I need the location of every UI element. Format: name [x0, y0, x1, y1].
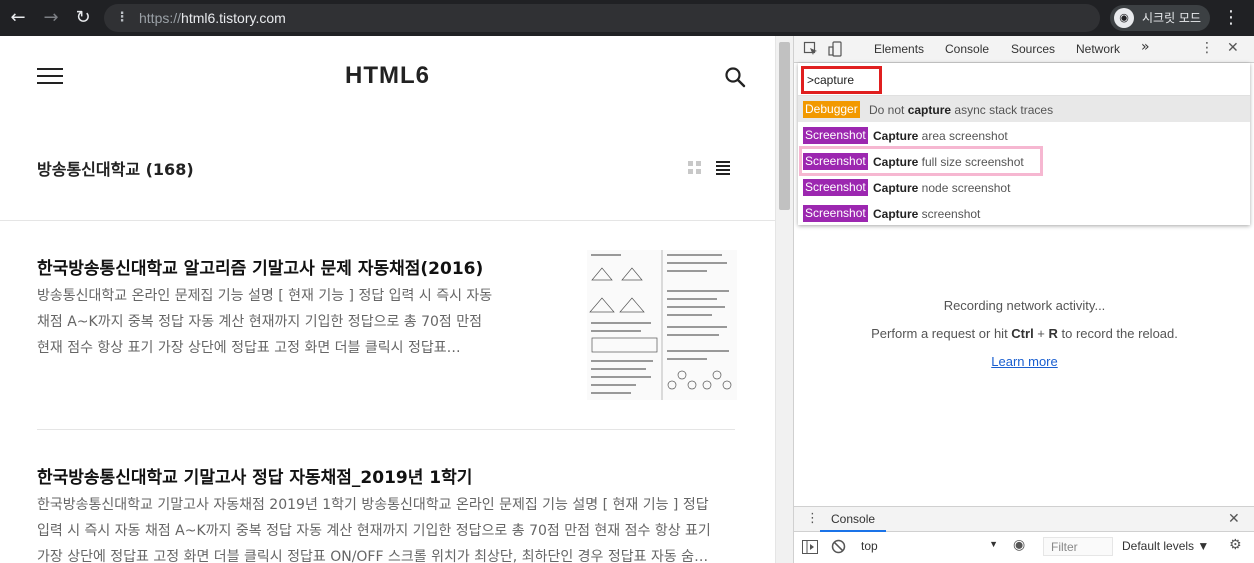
command-label: Do not capture async stack traces — [869, 103, 1054, 117]
console-filter-input[interactable]: Filter — [1043, 537, 1113, 556]
category-title: 방송통신대학교 (168) — [37, 160, 194, 179]
excerpt-line: 입력 시 즉시 자동 채점 A~K까지 중복 정답 자동 계산 현재까지 기입한… — [37, 523, 711, 539]
command-label: Capture full size screenshot — [873, 155, 1024, 169]
more-tabs-icon[interactable]: » — [1141, 39, 1150, 55]
exam-sheet-thumbnail-image — [589, 250, 732, 400]
command-label: Capture node screenshot — [873, 181, 1011, 195]
filter-placeholder: Filter — [1051, 540, 1078, 554]
forward-icon[interactable]: → — [40, 7, 62, 29]
chevron-down-icon: ▼ — [989, 539, 998, 549]
incognito-icon: ◉ — [1114, 8, 1134, 28]
category-badge: Screenshot — [803, 179, 868, 196]
site-info-icon[interactable]: ⋮ — [114, 10, 130, 26]
console-drawer-header: ⋮ Console ✕ — [794, 506, 1254, 532]
scrollbar-thumb[interactable] — [779, 42, 790, 210]
browser-toolbar: ← → ↻ ⋮ https://html6.tistory.com ◉ 시크릿 … — [0, 0, 1254, 36]
clear-console-icon[interactable] — [831, 539, 846, 554]
search-icon[interactable] — [724, 66, 746, 88]
post-thumbnail[interactable] — [587, 250, 737, 400]
excerpt-line: 가장 상단에 정답표 고정 화면 더블 클릭시 정답표 ON/OFF 스크롤 위… — [37, 549, 709, 563]
live-expression-eye-icon[interactable]: ◉ — [1013, 537, 1025, 553]
command-item[interactable]: Debugger Do not capture async stack trac… — [798, 96, 1250, 122]
drawer-close-icon[interactable]: ✕ — [1228, 511, 1240, 527]
post-title[interactable]: 한국방송통신대학교 알고리즘 기말고사 문제 자동채점(2016) — [37, 254, 483, 279]
command-item[interactable]: Screenshot Capture full size screenshot — [798, 146, 1250, 176]
web-page: HTML6 방송통신대학교 (168) 한국방송통신대학교 알고리즘 기말고사 … — [0, 36, 775, 563]
page-scrollbar[interactable] — [775, 36, 793, 563]
context-value: top — [861, 539, 878, 553]
category-badge: Debugger — [803, 101, 860, 118]
excerpt-line: 한국방송통신대학교 기말고사 자동채점 2019년 1학기 방송통신대학교 온라… — [37, 497, 709, 513]
drawer-tab-console[interactable]: Console — [820, 507, 887, 532]
grid-view-icon[interactable] — [688, 161, 702, 175]
post-title[interactable]: 한국방송통신대학교 기말고사 정답 자동채점_2019년 1학기 — [37, 463, 472, 488]
reload-icon[interactable]: ↻ — [72, 7, 94, 29]
category-badge: Screenshot — [803, 205, 868, 222]
console-toolbar: top ▼ ◉ Filter Default levels ▼ ⚙ — [794, 532, 1254, 563]
drawer-menu-icon[interactable]: ⋮ — [806, 511, 819, 526]
post-excerpt[interactable]: 방송통신대학교 온라인 문제집 기능 설명 [ 현재 기능 ] 정답 입력 시 … — [37, 283, 577, 361]
learn-more-link[interactable]: Learn more — [991, 354, 1057, 369]
command-input-text[interactable]: >capture — [807, 73, 854, 87]
log-levels-dropdown[interactable]: Default levels ▼ — [1122, 539, 1209, 553]
devtools-menu-icon[interactable]: ⋮ — [1200, 40, 1214, 56]
device-toolbar-icon[interactable] — [828, 41, 844, 57]
divider — [0, 220, 775, 221]
command-label: Capture area screenshot — [873, 129, 1008, 143]
site-title[interactable]: HTML6 — [0, 62, 775, 90]
category-badge: Screenshot — [803, 127, 868, 144]
incognito-badge[interactable]: ◉ 시크릿 모드 — [1110, 5, 1210, 31]
devtools-panel: Elements Console Sources Network » ⋮ ✕ R… — [793, 36, 1254, 563]
devtools-tabbar: Elements Console Sources Network » ⋮ ✕ — [794, 36, 1254, 63]
network-recording-text: Recording network activity... — [943, 298, 1106, 313]
network-hint: Perform a request or hit Ctrl + R to rec… — [871, 326, 1178, 341]
menu-dots-icon[interactable]: ⋮ — [1221, 7, 1241, 29]
address-bar[interactable]: ⋮ https://html6.tistory.com — [104, 4, 1100, 32]
learn-more-link-row: Learn more — [794, 354, 1254, 369]
category-badge: Screenshot — [803, 153, 868, 170]
excerpt-line: 채점 A~K까지 중복 정답 자동 계산 현재까지 기입한 정답으로 총 70점… — [37, 314, 483, 330]
command-item[interactable]: Screenshot Capture area screenshot — [798, 122, 1250, 148]
excerpt-line: 방송통신대학교 온라인 문제집 기능 설명 [ 현재 기능 ] 정답 입력 시 … — [37, 288, 493, 304]
devtools-close-icon[interactable]: ✕ — [1227, 40, 1239, 56]
back-icon[interactable]: ← — [7, 7, 29, 29]
tab-sources[interactable]: Sources — [1011, 42, 1055, 56]
command-input[interactable]: >capture — [801, 66, 882, 94]
url-text[interactable]: https://html6.tistory.com — [139, 9, 286, 27]
tab-elements[interactable]: Elements — [874, 42, 924, 56]
excerpt-line: 현재 점수 항상 표기 가장 상단에 정답표 고정 화면 더블 클릭시 정답표… — [37, 340, 461, 356]
tab-network[interactable]: Network — [1076, 42, 1120, 56]
inspect-element-icon[interactable] — [803, 41, 819, 57]
gear-icon[interactable]: ⚙ — [1229, 537, 1242, 553]
tab-console[interactable]: Console — [945, 42, 989, 56]
divider — [37, 429, 735, 430]
command-item[interactable]: Screenshot Capture screenshot — [798, 200, 1250, 226]
command-menu: >capture Debugger Do not capture async s… — [798, 63, 1250, 225]
command-item[interactable]: Screenshot Capture node screenshot — [798, 174, 1250, 200]
list-view-icon[interactable] — [716, 161, 730, 175]
post-excerpt[interactable]: 한국방송통신대학교 기말고사 자동채점 2019년 1학기 방송통신대학교 온라… — [37, 492, 737, 563]
command-label: Capture screenshot — [873, 207, 981, 221]
context-selector[interactable]: top ▼ — [861, 539, 998, 553]
sidebar-toggle-icon[interactable] — [802, 540, 818, 554]
incognito-label: 시크릿 모드 — [1142, 11, 1202, 25]
